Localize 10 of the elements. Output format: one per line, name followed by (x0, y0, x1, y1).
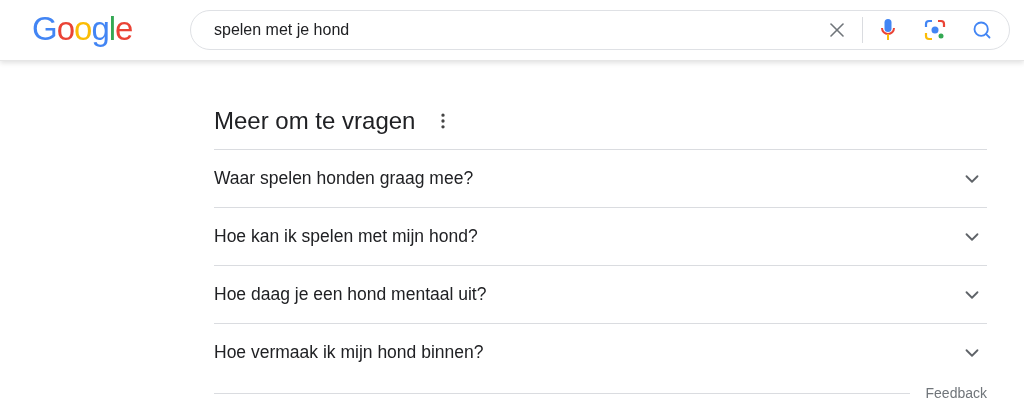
section-title: Meer om te vragen (214, 107, 416, 135)
camera-icon (924, 19, 946, 41)
logo[interactable]: Google (32, 10, 132, 48)
question-row[interactable]: Hoe kan ik spelen met mijn hond? (214, 207, 987, 265)
question-row[interactable]: Hoe daag je een hond mentaal uit? (214, 265, 987, 323)
camera-button[interactable] (922, 17, 948, 43)
question-row[interactable]: Hoe vermaak ik mijn hond binnen? (214, 323, 987, 381)
question-row[interactable]: Waar spelen honden graag mee? (214, 149, 987, 207)
microphone-icon (881, 19, 895, 41)
feedback-link[interactable]: Feedback (925, 385, 987, 401)
